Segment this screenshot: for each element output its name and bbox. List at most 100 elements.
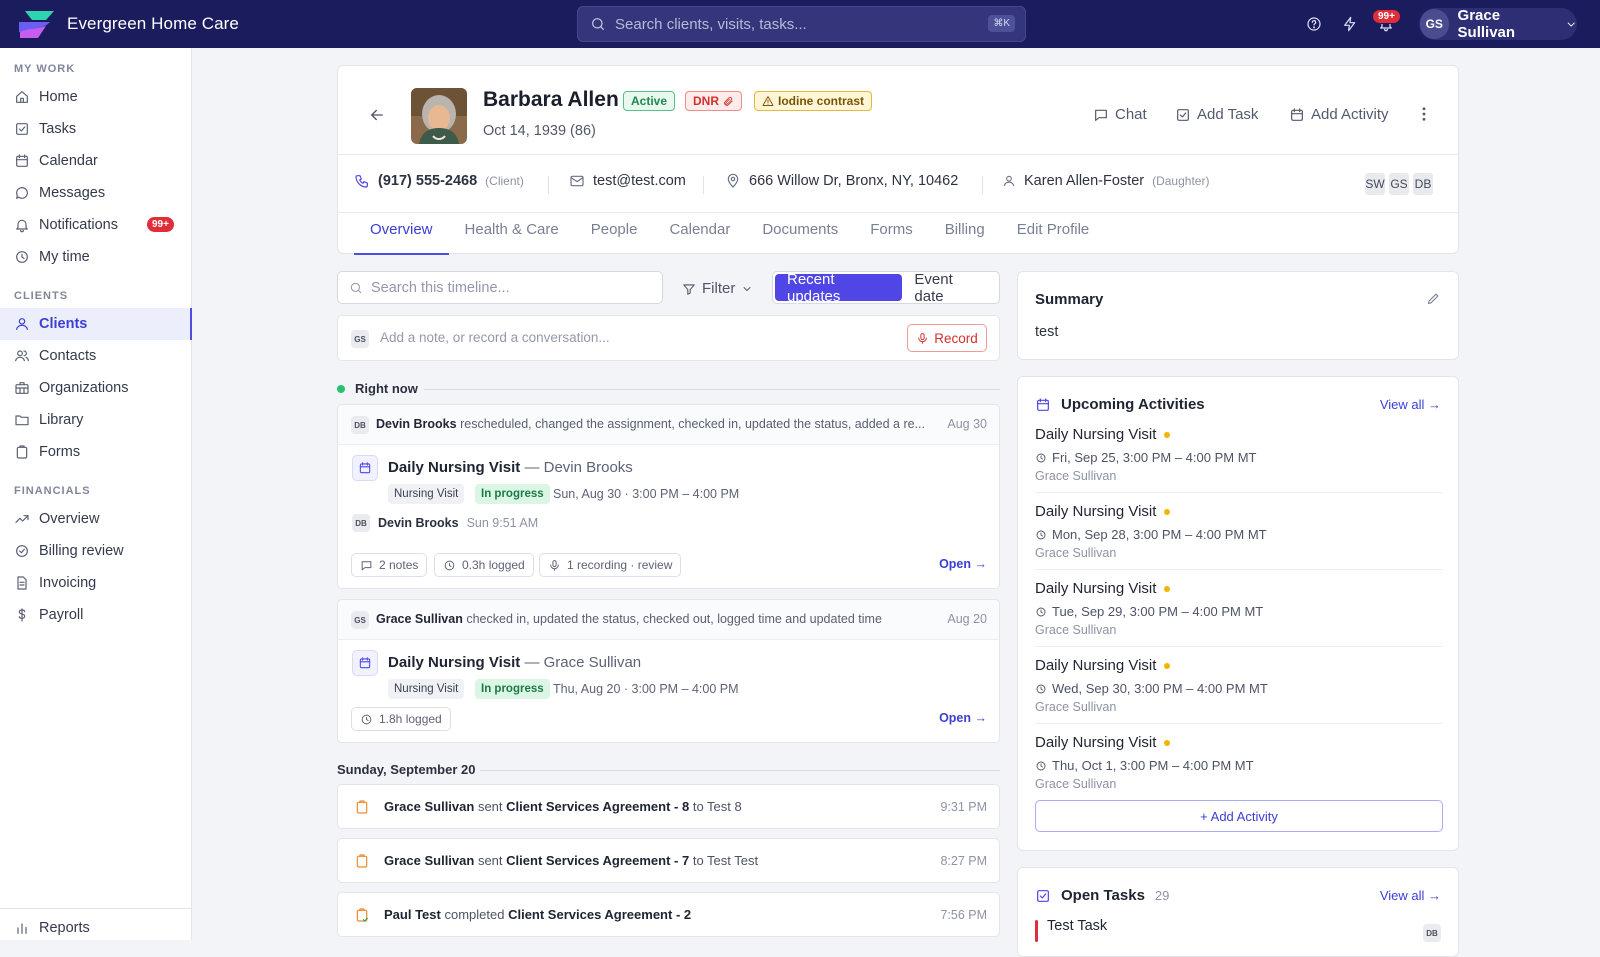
- tab-health-care[interactable]: Health & Care: [449, 213, 575, 255]
- activity-item[interactable]: Daily Nursing Visit Wed, Sep 30, 3:00 PM…: [1035, 647, 1443, 724]
- dnr-badge[interactable]: DNR: [685, 91, 742, 111]
- pencil-icon[interactable]: [1426, 291, 1441, 306]
- calendar-icon: [1037, 397, 1049, 411]
- sidebar-item-messages[interactable]: Messages: [0, 177, 192, 209]
- activity-assignee: Grace Sullivan: [1035, 777, 1117, 791]
- timeline-search-input[interactable]: Search this timeline...: [337, 271, 663, 304]
- sidebar-item-home[interactable]: Home: [0, 81, 192, 113]
- arrow-left-icon[interactable]: [368, 106, 386, 124]
- sidebar-item-tasks[interactable]: Tasks: [0, 113, 192, 145]
- visit-title[interactable]: Daily Nursing Visit — Devin Brooks: [388, 459, 633, 476]
- activity-actor: Devin Brooks: [376, 417, 457, 431]
- sidebar-item-contacts[interactable]: Contacts: [0, 340, 192, 372]
- trend-icon: [15, 515, 29, 523]
- record-button[interactable]: Record: [907, 324, 987, 352]
- document-event[interactable]: Grace Sullivan sent Client Services Agre…: [337, 838, 1000, 883]
- user-icon: [16, 318, 28, 330]
- sidebar-item-payroll[interactable]: Payroll: [0, 599, 192, 631]
- more-vertical-icon[interactable]: [1415, 105, 1433, 123]
- team-avatar[interactable]: GS: [1387, 171, 1411, 197]
- sidebar-item-forms[interactable]: Forms: [0, 436, 192, 468]
- time-logged-chip[interactable]: 0.3h logged: [434, 553, 534, 577]
- doc-time: 9:31 PM: [940, 800, 987, 814]
- dollar-icon: [18, 608, 26, 622]
- tab-forms[interactable]: Forms: [854, 213, 929, 255]
- activity-item[interactable]: Daily Nursing Visit Mon, Sep 28, 3:00 PM…: [1035, 493, 1443, 570]
- team-avatar[interactable]: DB: [1411, 171, 1435, 197]
- doc-time: 8:27 PM: [940, 854, 987, 868]
- section-divider: [424, 389, 1000, 390]
- activity-assignee: Grace Sullivan: [1035, 546, 1117, 560]
- sidebar-item-invoicing[interactable]: Invoicing: [0, 567, 192, 599]
- sort-recent-updates[interactable]: Recent updates: [775, 271, 903, 305]
- tab-documents[interactable]: Documents: [746, 213, 854, 255]
- doc-verb: completed: [444, 907, 505, 922]
- recording-chip[interactable]: 1 recording · review: [539, 553, 682, 577]
- lightning-icon[interactable]: [1342, 16, 1358, 32]
- doc-actor: Paul Test: [384, 907, 441, 922]
- activity-title: Daily Nursing Visit: [1035, 657, 1171, 674]
- activity-title-text: Daily Nursing Visit: [1035, 657, 1157, 674]
- document-event[interactable]: Paul Test completed Client Services Agre…: [337, 892, 1000, 937]
- note-composer[interactable]: GS Add a note, or record a conversation.…: [337, 315, 1000, 361]
- sidebar-item-overview[interactable]: Overview: [0, 503, 192, 535]
- sidebar-item-organizations[interactable]: Organizations: [0, 372, 192, 404]
- chat-icon: [1095, 109, 1107, 121]
- chat-button[interactable]: Chat: [1093, 106, 1147, 123]
- team-avatar[interactable]: SW: [1363, 171, 1387, 197]
- activity-item[interactable]: Daily Nursing Visit Tue, Sep 29, 3:00 PM…: [1035, 570, 1443, 647]
- sidebar-item-billing-review[interactable]: Billing review: [0, 535, 192, 567]
- visit-type-badge: Nursing Visit: [388, 679, 465, 699]
- global-search-input[interactable]: Search clients, visits, tasks... ⌘K: [577, 6, 1026, 42]
- warning-icon: [762, 96, 774, 106]
- client-phone[interactable]: (917) 555-2468 (Client): [354, 173, 524, 189]
- add-activity-button[interactable]: + Add Activity: [1035, 800, 1443, 832]
- sidebar-item-library[interactable]: Library: [0, 404, 192, 436]
- document-event[interactable]: Grace Sullivan sent Client Services Agre…: [337, 784, 1000, 829]
- activity-summary: Grace Sullivan checked in, updated the s…: [376, 612, 936, 626]
- live-dot: [337, 384, 345, 393]
- brand-name[interactable]: Evergreen Home Care: [67, 14, 239, 34]
- help-icon[interactable]: [1306, 16, 1322, 32]
- tab-people[interactable]: People: [575, 213, 654, 255]
- sidebar-item-clients[interactable]: Clients: [0, 308, 192, 340]
- open-visit-link[interactable]: Open →: [939, 711, 987, 725]
- tab-edit-profile[interactable]: Edit Profile: [1001, 213, 1106, 255]
- activity-item[interactable]: Daily Nursing Visit Thu, Oct 1, 3:00 PM …: [1035, 724, 1443, 801]
- notes-chip[interactable]: 2 notes: [351, 553, 428, 577]
- open-visit-link[interactable]: Open →: [939, 557, 987, 571]
- add-task-button[interactable]: Add Task: [1175, 106, 1258, 123]
- sidebar-item-reports[interactable]: Reports: [0, 912, 192, 944]
- tab-calendar[interactable]: Calendar: [653, 213, 746, 255]
- sort-event-date[interactable]: Event date: [902, 271, 997, 305]
- check-circle-icon: [16, 545, 28, 557]
- activity-when: Mon, Sep 28, 3:00 PM – 4:00 PM MT: [1035, 527, 1267, 542]
- sidebar-item-calendar[interactable]: Calendar: [0, 145, 192, 177]
- add-activity-button[interactable]: Add Activity: [1289, 106, 1389, 123]
- sub-entry-author: Devin Brooks: [378, 516, 459, 530]
- sidebar-item-label: My time: [39, 249, 90, 265]
- time-logged-chip[interactable]: 1.8h logged: [351, 707, 451, 731]
- tab-billing[interactable]: Billing: [929, 213, 1001, 255]
- summary-text: test: [1035, 324, 1059, 340]
- client-phone-type: (Client): [485, 174, 524, 188]
- sidebar-item-label: Library: [39, 412, 84, 428]
- building-icon: [15, 382, 29, 394]
- upcoming-view-all-link[interactable]: View all →: [1380, 397, 1441, 412]
- allergy-badge[interactable]: Iodine contrast: [754, 91, 873, 111]
- task-title[interactable]: Test Task: [1047, 918, 1107, 934]
- tab-overview[interactable]: Overview: [354, 213, 449, 255]
- activity-item[interactable]: Daily Nursing Visit Fri, Sep 25, 3:00 PM…: [1035, 416, 1443, 493]
- filter-button[interactable]: Filter: [682, 280, 753, 297]
- brand-logo-icon[interactable]: [16, 8, 56, 40]
- client-address[interactable]: 666 Willow Dr, Bronx, NY, 10462: [725, 173, 958, 189]
- clipboard-icon: [356, 800, 368, 814]
- sidebar-item-my-time[interactable]: My time: [0, 241, 192, 273]
- visit-title[interactable]: Daily Nursing Visit — Grace Sullivan: [388, 654, 641, 671]
- activity-when: Wed, Sep 30, 3:00 PM – 4:00 PM MT: [1035, 681, 1268, 696]
- client-contact[interactable]: Karen Allen-Foster (Daughter): [1002, 173, 1209, 189]
- tasks-view-all-link[interactable]: View all →: [1380, 888, 1441, 903]
- user-menu[interactable]: GS Grace Sullivan: [1419, 7, 1577, 41]
- client-email[interactable]: test@test.com: [569, 173, 686, 189]
- sidebar-item-notifications[interactable]: Notifications 99+: [0, 209, 192, 241]
